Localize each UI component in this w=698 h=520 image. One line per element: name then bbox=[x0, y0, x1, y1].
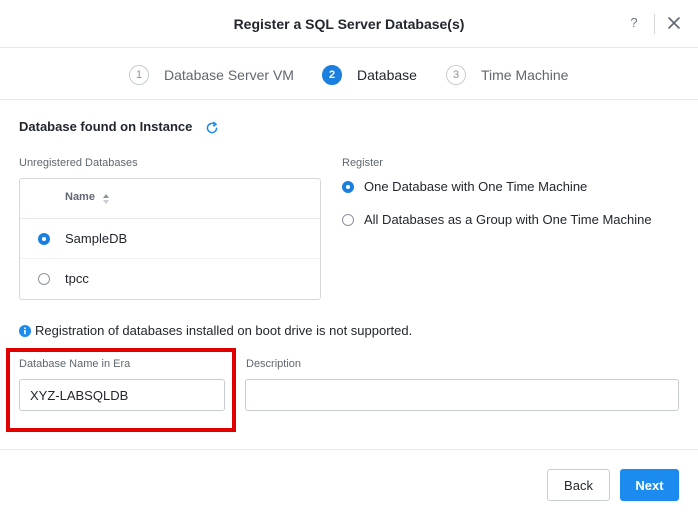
row-radio-selected[interactable] bbox=[38, 233, 50, 245]
refresh-icon[interactable] bbox=[205, 121, 219, 135]
table-row[interactable]: tpcc bbox=[20, 259, 320, 299]
step-database-server-vm[interactable]: 1 Database Server VM bbox=[129, 65, 294, 85]
description-input[interactable] bbox=[245, 379, 679, 411]
info-text: Registration of databases installed on b… bbox=[35, 323, 413, 338]
step-number: 1 bbox=[129, 65, 149, 85]
step-time-machine[interactable]: 3 Time Machine bbox=[446, 65, 568, 85]
name-column-header[interactable]: Name bbox=[65, 191, 95, 203]
register-option-label: One Database with One Time Machine bbox=[364, 179, 588, 194]
section-title: Database found on Instance bbox=[19, 119, 193, 134]
register-option-all-databases[interactable]: All Databases as a Group with One Time M… bbox=[342, 212, 682, 230]
db-name-input[interactable] bbox=[19, 379, 225, 411]
unregistered-databases-label: Unregistered Databases bbox=[19, 157, 138, 169]
database-name: tpcc bbox=[65, 271, 89, 286]
row-radio[interactable] bbox=[38, 273, 50, 285]
description-label: Description bbox=[246, 358, 302, 370]
sort-icon[interactable] bbox=[102, 193, 110, 205]
step-label: Time Machine bbox=[481, 67, 569, 83]
next-button[interactable]: Next bbox=[620, 469, 679, 501]
step-database[interactable]: 2 Database bbox=[322, 65, 417, 85]
info-icon bbox=[19, 325, 31, 337]
table-header: Name bbox=[20, 179, 320, 219]
step-label: Database Server VM bbox=[164, 67, 294, 83]
header-divider bbox=[654, 14, 655, 34]
register-option-one-database[interactable]: One Database with One Time Machine bbox=[342, 179, 622, 197]
register-radio-selected[interactable] bbox=[342, 181, 354, 193]
dialog-header: Register a SQL Server Database(s) ? bbox=[0, 0, 698, 48]
step-number: 2 bbox=[322, 65, 342, 85]
register-radio[interactable] bbox=[342, 214, 354, 226]
register-label: Register bbox=[342, 157, 383, 169]
table-row[interactable]: SampleDB bbox=[20, 219, 320, 259]
footer-divider bbox=[0, 449, 698, 450]
close-icon[interactable] bbox=[666, 15, 682, 31]
step-number: 3 bbox=[446, 65, 466, 85]
databases-table: Name SampleDB tpcc bbox=[19, 178, 321, 300]
back-button[interactable]: Back bbox=[547, 469, 610, 501]
dialog-title: Register a SQL Server Database(s) bbox=[233, 16, 465, 32]
db-name-label: Database Name in Era bbox=[19, 358, 131, 370]
register-option-label: All Databases as a Group with One Time M… bbox=[364, 212, 652, 227]
database-name: SampleDB bbox=[65, 231, 128, 246]
help-button[interactable]: ? bbox=[627, 15, 641, 31]
wizard-steps: 1 Database Server VM 2 Database 3 Time M… bbox=[0, 48, 698, 100]
step-label: Database bbox=[357, 67, 417, 83]
